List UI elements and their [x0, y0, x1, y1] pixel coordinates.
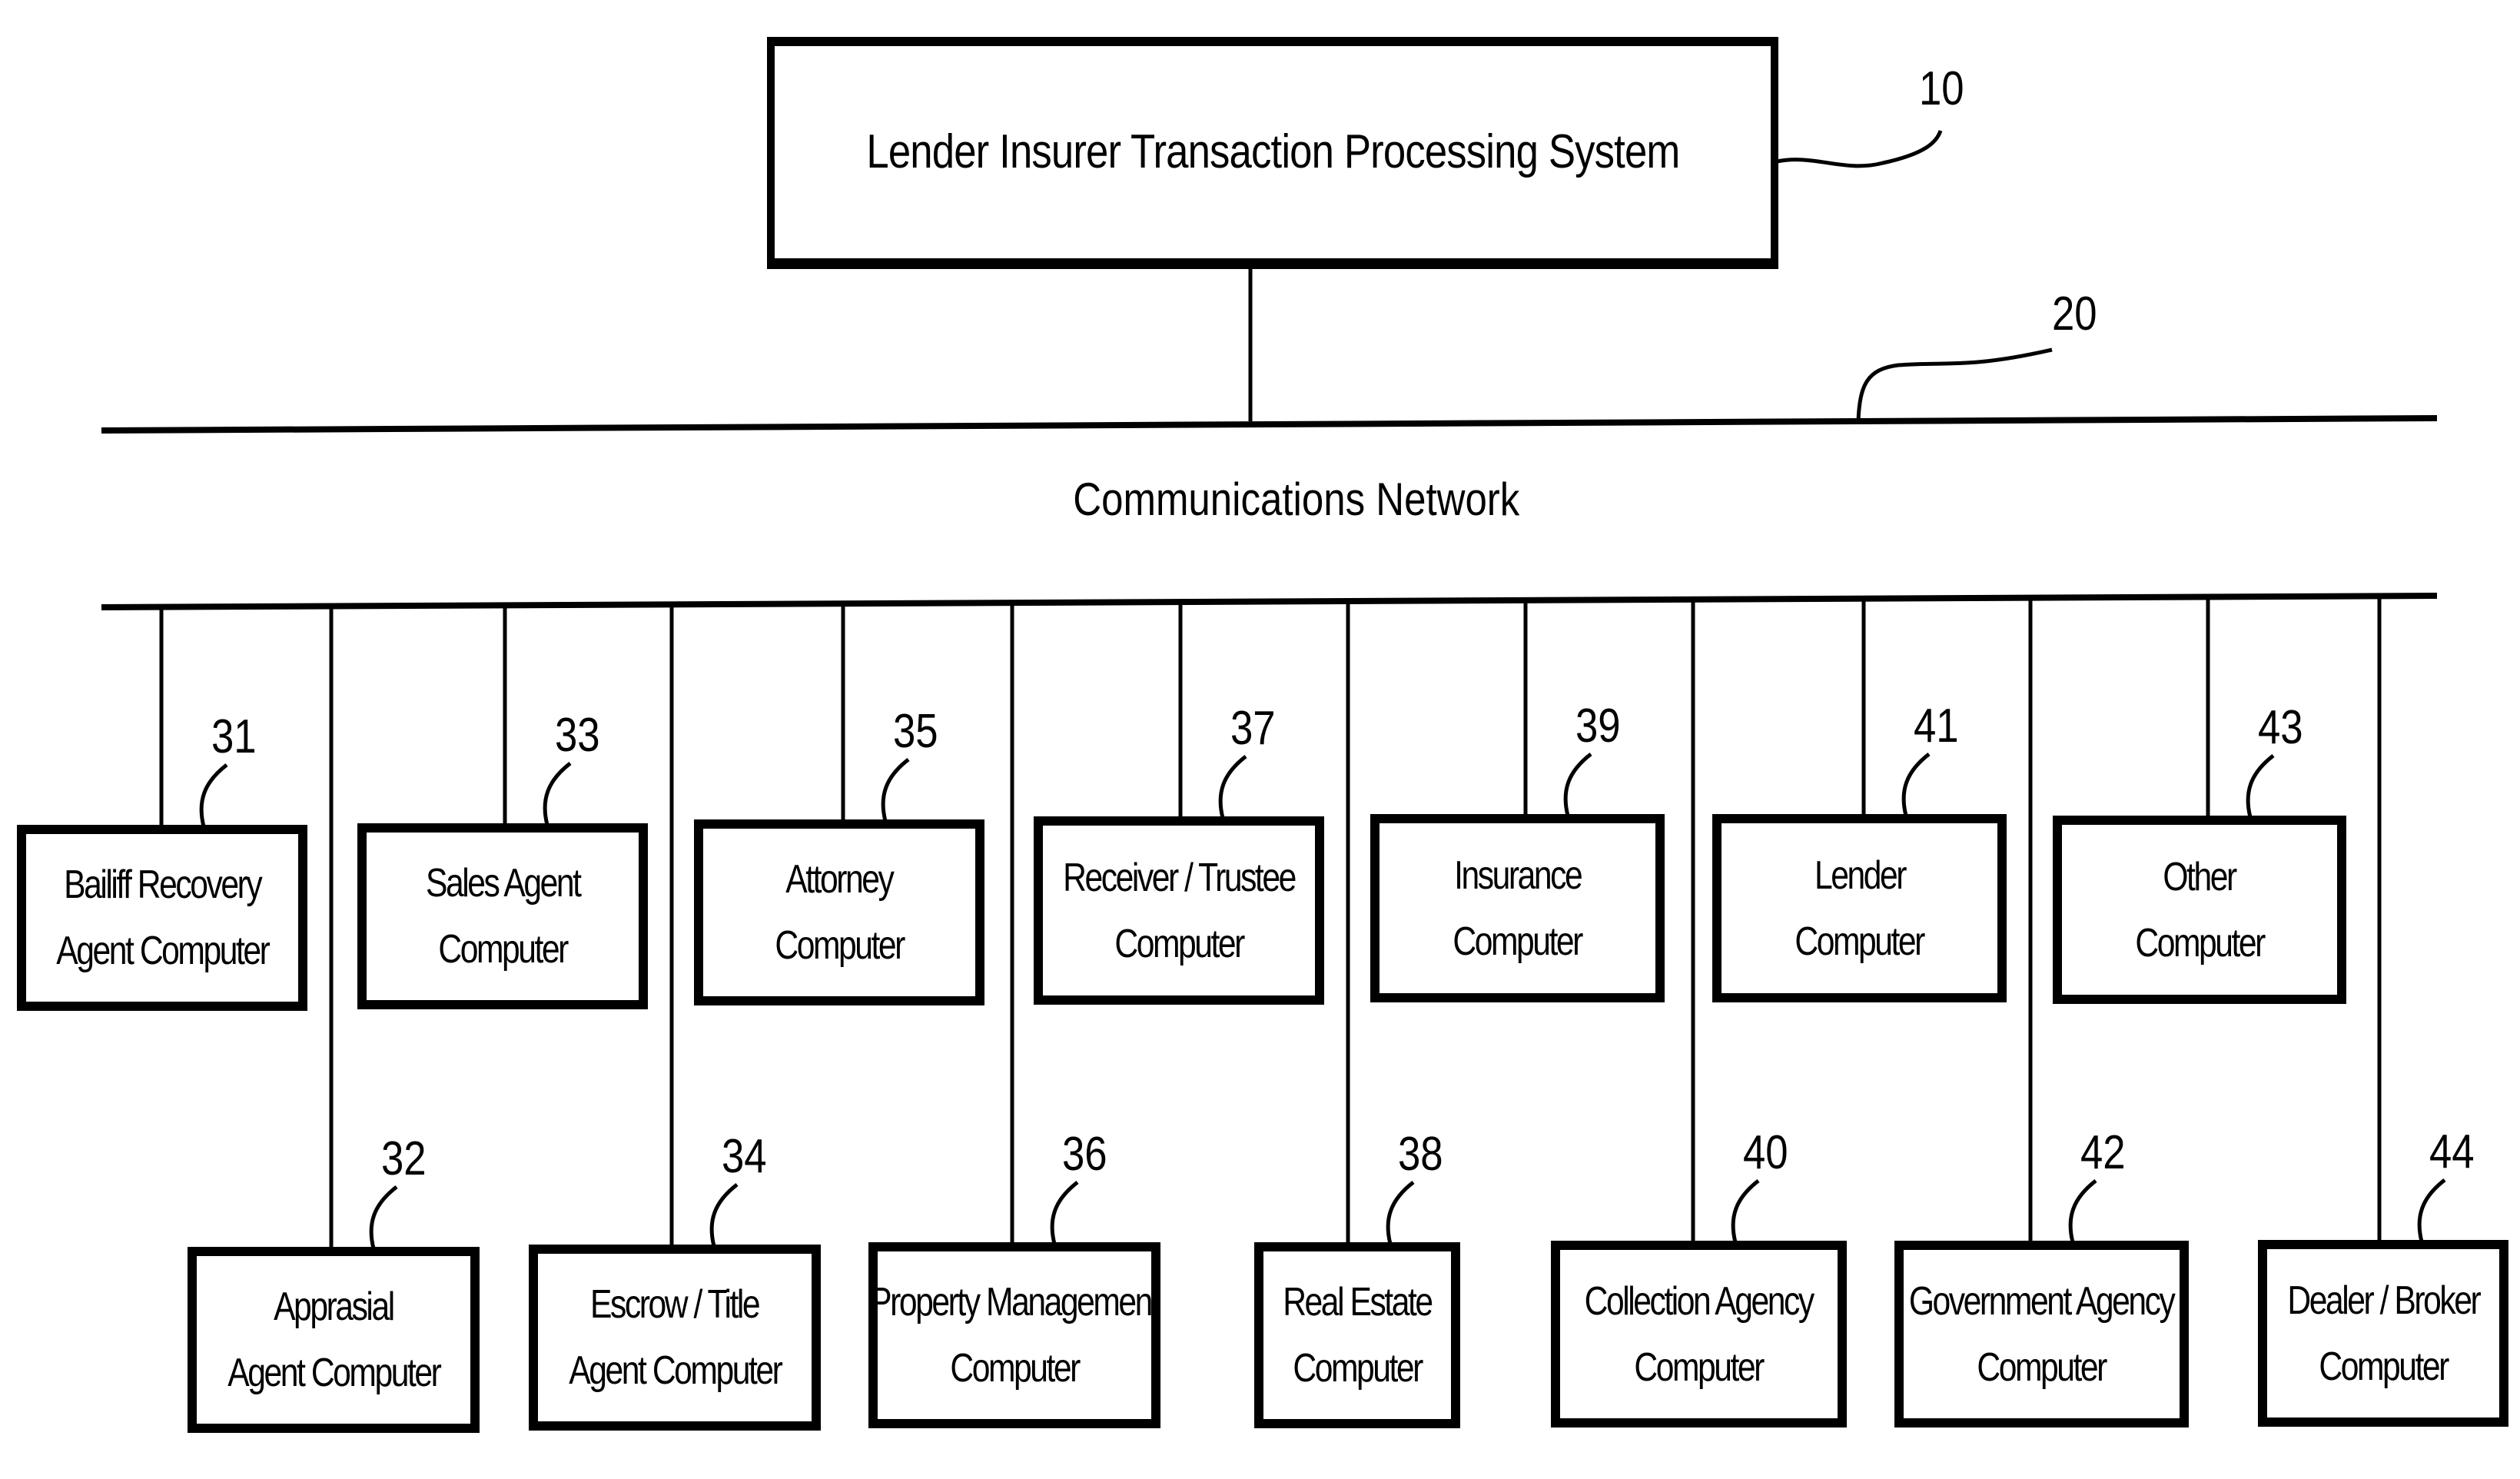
ref-leader-31: [199, 763, 228, 827]
main-system-box: Lender Insurer Transaction Processing Sy…: [767, 37, 1778, 269]
computer-label-line: Apprasial: [274, 1285, 395, 1329]
computer-label-line: Agent Computer: [568, 1348, 783, 1393]
top-computer-box-37: Receiver / Trustee Computer: [1034, 816, 1324, 1005]
ref-leader-36: [1050, 1181, 1079, 1245]
ref-label-38: 38: [1398, 1128, 1443, 1181]
computer-label-line: Computer: [1293, 1346, 1423, 1391]
computer-label-line: Bailiff Recovery: [63, 862, 263, 907]
ref-label-42: 42: [2080, 1126, 2126, 1179]
computer-label-line: Computer: [775, 923, 905, 968]
bottom-computer-box-40: Collection Agency Computer: [1551, 1241, 1847, 1427]
ref-label-34: 34: [722, 1130, 767, 1183]
ref-leader-41: [1901, 753, 1931, 816]
computer-label-line: Computer: [2135, 920, 2266, 966]
network-label: Communications Network: [1073, 474, 1520, 525]
ref-leader-40: [1731, 1179, 1760, 1243]
computer-label-line: Agent Computer: [55, 929, 271, 973]
ref-label-33: 33: [555, 709, 600, 762]
ref-leader-39: [1563, 753, 1592, 816]
ref-leader-44: [2417, 1178, 2446, 1242]
computer-label-line: Computer: [950, 1346, 1081, 1391]
computer-label-line: Computer: [1114, 921, 1245, 966]
ref-leader-37: [1218, 755, 1247, 819]
computer-label-line: Collection Agency: [1584, 1278, 1815, 1324]
top-computer-box-39: Insurance Computer: [1370, 814, 1665, 1002]
ref-label-32: 32: [381, 1132, 427, 1185]
ref-leader-20: [1856, 347, 2053, 421]
ref-label-40: 40: [1743, 1126, 1788, 1179]
ref-leader-34: [709, 1183, 739, 1247]
ref-label-10: 10: [1919, 62, 1964, 115]
computer-label-line: Real Estate: [1283, 1280, 1433, 1324]
computer-label-line: Sales Agent: [425, 861, 582, 906]
computer-label-line: Lender: [1814, 853, 1906, 898]
network-line-upper: [101, 415, 2438, 434]
computer-label-line: Computer: [438, 927, 569, 972]
computer-label-line: Computer: [2319, 1344, 2449, 1389]
computer-label-line: Agent Computer: [227, 1351, 442, 1395]
ref-leader-38: [1386, 1181, 1415, 1245]
bottom-computer-box-32: Apprasial Agent Computer: [188, 1247, 480, 1433]
ref-leader-42: [2068, 1179, 2097, 1243]
top-computer-box-31: Bailiff Recovery Agent Computer: [17, 825, 307, 1011]
computer-label-line: Government Agency: [1909, 1278, 2176, 1324]
ref-label-36: 36: [1062, 1128, 1107, 1181]
ref-label-37: 37: [1230, 702, 1276, 755]
ref-label-35: 35: [893, 705, 938, 758]
top-computer-box-33: Sales Agent Computer: [357, 823, 648, 1009]
bottom-computer-box-36: Property Management Computer: [868, 1242, 1160, 1428]
ref-label-31: 31: [211, 710, 257, 763]
ref-label-39: 39: [1575, 700, 1621, 753]
computer-label-line: Insurance: [1453, 853, 1583, 898]
network-diagram: Lender Insurer Transaction Processing Sy…: [0, 0, 2520, 1479]
computer-label-line: Other: [2163, 854, 2238, 899]
ref-leader-35: [881, 758, 910, 822]
network-line-lower: [101, 593, 2438, 610]
top-computer-box-35: Attorney Computer: [694, 819, 984, 1005]
main-system-label: Lender Insurer Transaction Processing Sy…: [865, 125, 1680, 178]
ref-label-43: 43: [2258, 701, 2303, 754]
bottom-computer-box-42: Government Agency Computer: [1894, 1241, 2189, 1427]
ref-leader-32: [369, 1185, 398, 1249]
ref-leader-10: [1776, 130, 1943, 168]
computer-label-line: Attorney: [785, 857, 895, 902]
ref-label-44: 44: [2429, 1125, 2475, 1178]
top-computer-box-41: Lender Computer: [1712, 814, 2007, 1002]
computer-label-line: Dealer / Broker: [2287, 1278, 2481, 1323]
computer-label-line: Receiver / Trustee: [1063, 855, 1297, 900]
computer-label-line: Computer: [1977, 1344, 2108, 1390]
computer-label-line: Computer: [1634, 1344, 1765, 1390]
ref-label-41: 41: [1914, 700, 1959, 753]
bottom-computer-box-44: Dealer / Broker Computer: [2258, 1240, 2508, 1427]
bottom-computer-box-38: Real Estate Computer: [1254, 1242, 1460, 1428]
bottom-computer-box-34: Escrow / Title Agent Computer: [529, 1245, 821, 1431]
ref-leader-33: [543, 762, 572, 826]
ref-leader-43: [2246, 754, 2275, 818]
top-computer-box-43: Other Computer: [2053, 816, 2346, 1004]
computer-label-line: Computer: [1453, 919, 1584, 964]
computer-label-line: Escrow / Title: [590, 1282, 761, 1327]
computer-label-line: Computer: [1795, 919, 1926, 964]
computer-label-line: Property Management: [870, 1280, 1160, 1324]
ref-label-20: 20: [2052, 287, 2097, 341]
